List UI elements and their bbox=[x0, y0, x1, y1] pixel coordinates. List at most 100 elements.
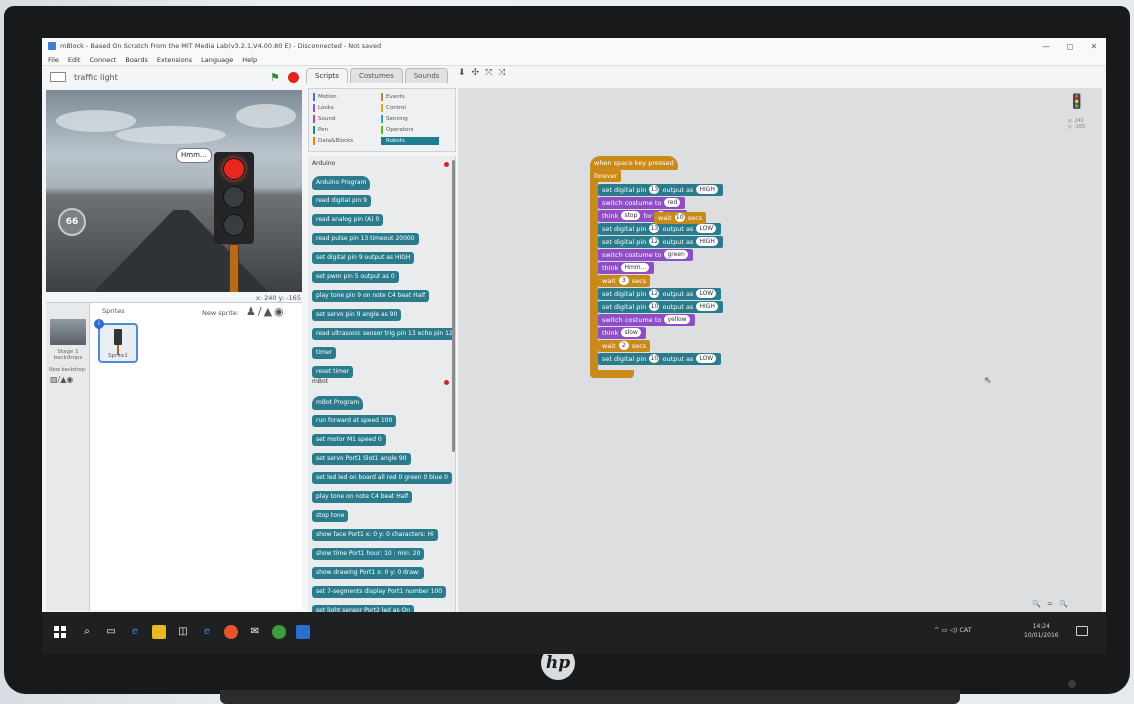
internet-explorer-icon[interactable]: e bbox=[200, 625, 214, 639]
palette-block[interactable]: Arduino Program bbox=[312, 176, 371, 190]
palette-block[interactable]: timer bbox=[312, 347, 337, 359]
number-input[interactable]: 12 bbox=[649, 237, 660, 246]
backdrop-tools-icon[interactable]: ▨/▲◉ bbox=[50, 375, 73, 384]
script-block[interactable]: set digital pin 13 output as LOW bbox=[598, 223, 722, 235]
taskbar-clock[interactable]: 14:24 10/01/2016 bbox=[1024, 622, 1059, 640]
menu-file[interactable]: File bbox=[48, 56, 59, 64]
delete-icon[interactable]: ✣ bbox=[472, 68, 486, 78]
script-block[interactable]: think Hmm... bbox=[598, 262, 655, 274]
dropdown-input[interactable]: green bbox=[664, 250, 688, 259]
number-input[interactable]: 12 bbox=[649, 289, 660, 298]
palette-block[interactable]: read pulse pin 13 timeout 20000 bbox=[312, 233, 419, 245]
palette-block[interactable]: show drawing Port1 x: 0 y: 0 draw: bbox=[312, 567, 424, 579]
menu-edit[interactable]: Edit bbox=[68, 56, 81, 64]
palette-block[interactable]: read ultrasonic sensor trig pin 13 echo … bbox=[312, 328, 455, 340]
palette-block[interactable]: run forward at speed 100 bbox=[312, 415, 397, 427]
zoom-controls[interactable]: 🔍 = 🔍 bbox=[1032, 600, 1070, 608]
palette-block[interactable]: show time Port1 hour: 10 : min: 20 bbox=[312, 548, 425, 560]
palette-block[interactable]: set digital pin 9 output as HIGH bbox=[312, 252, 415, 264]
firefox-icon[interactable] bbox=[224, 625, 238, 639]
notification-center-icon[interactable] bbox=[1076, 626, 1088, 636]
number-input[interactable]: 10 bbox=[649, 354, 660, 363]
number-input[interactable]: 10 bbox=[649, 302, 660, 311]
palette-block[interactable]: set motor M1 speed 0 bbox=[312, 434, 386, 446]
category-control[interactable]: Control bbox=[381, 104, 406, 112]
number-input[interactable]: 3 bbox=[618, 276, 629, 285]
tab-sounds[interactable]: Sounds bbox=[404, 68, 449, 83]
number-input[interactable]: 10 bbox=[674, 213, 685, 222]
stage-size-toggle-icon[interactable] bbox=[50, 72, 66, 82]
dropdown-input[interactable]: red bbox=[664, 198, 681, 207]
task-view-icon[interactable]: ▭ bbox=[104, 625, 118, 639]
script-area[interactable] bbox=[458, 88, 1102, 612]
category-pen[interactable]: Pen bbox=[313, 126, 328, 134]
menu-help[interactable]: Help bbox=[242, 56, 257, 64]
palette-block[interactable]: set servo pin 9 angle as 90 bbox=[312, 309, 402, 321]
script-block[interactable]: think slow bbox=[598, 327, 646, 339]
number-input[interactable]: 2 bbox=[618, 341, 629, 350]
category-looks[interactable]: Looks bbox=[313, 104, 334, 112]
script-block[interactable]: set digital pin 13 output as HIGH bbox=[598, 184, 723, 196]
category-sensing[interactable]: Sensing bbox=[381, 115, 408, 123]
category-data-blocks[interactable]: Data&Blocks bbox=[313, 137, 353, 145]
edge-icon[interactable]: e bbox=[128, 625, 142, 639]
sprite-info-icon[interactable]: i bbox=[94, 319, 104, 329]
palette-block[interactable]: set led led on board all red 0 green 0 b… bbox=[312, 472, 452, 484]
category-events[interactable]: Events bbox=[381, 93, 405, 101]
stage-thumbnail[interactable] bbox=[50, 319, 86, 345]
palette-block[interactable]: set 7-segments display Port1 number 100 bbox=[312, 586, 447, 598]
palette-block[interactable]: play tone on note C4 beat Half bbox=[312, 491, 413, 503]
forever-loop-arm[interactable] bbox=[590, 170, 598, 376]
close-button[interactable]: ✕ bbox=[1082, 42, 1106, 51]
script-block[interactable]: wait 3 secs bbox=[598, 275, 651, 287]
palette-block[interactable]: set light sensor Port2 led as On bbox=[312, 605, 415, 612]
tab-costumes[interactable]: Costumes bbox=[349, 68, 403, 83]
dropdown-input[interactable]: HIGH bbox=[696, 237, 718, 246]
dropdown-input[interactable]: stop bbox=[621, 211, 641, 220]
palette-scrollbar[interactable] bbox=[452, 160, 455, 452]
cursor-tools[interactable]: ⬇✣⤧⤨ bbox=[458, 68, 512, 78]
file-explorer-icon[interactable] bbox=[152, 625, 166, 639]
script-block[interactable]: switch costume to green bbox=[598, 249, 693, 261]
menu-connect[interactable]: Connect bbox=[89, 56, 116, 64]
dropdown-input[interactable]: yellow bbox=[664, 315, 690, 324]
palette-block[interactable]: reset timer bbox=[312, 366, 354, 378]
menu-boards[interactable]: Boards bbox=[125, 56, 148, 64]
dropdown-input[interactable]: LOW bbox=[696, 354, 717, 363]
dropdown-input[interactable]: Hmm... bbox=[621, 263, 650, 272]
duplicate-icon[interactable]: ⬇ bbox=[458, 68, 472, 78]
menu-extensions[interactable]: Extensions bbox=[157, 56, 192, 64]
palette-block[interactable]: play tone pin 9 on note C4 beat Half bbox=[312, 290, 430, 302]
dropdown-input[interactable]: LOW bbox=[696, 289, 717, 298]
mblock-taskbar-icon[interactable] bbox=[296, 625, 310, 639]
new-sprite-tools-icon[interactable]: ♟/▲◉ bbox=[246, 305, 286, 318]
dropdown-input[interactable]: HIGH bbox=[696, 185, 718, 194]
traffic-light-sprite[interactable] bbox=[214, 152, 254, 244]
palette-block[interactable]: stop tone bbox=[312, 510, 349, 522]
script-block[interactable]: set digital pin 12 output as LOW bbox=[598, 288, 722, 300]
menu-language[interactable]: Language bbox=[201, 56, 233, 64]
stage-canvas[interactable]: 66 Hmm... bbox=[46, 90, 302, 292]
category-robots[interactable]: Robots bbox=[381, 137, 439, 145]
category-sound[interactable]: Sound bbox=[313, 115, 335, 123]
overlapping-wait-block[interactable]: wait 10 secs bbox=[654, 212, 707, 224]
palette-block[interactable]: set servo Port1 Slot1 angle 90 bbox=[312, 453, 411, 465]
forever-block[interactable]: forever bbox=[590, 170, 622, 182]
script-block[interactable]: switch costume to yellow bbox=[598, 314, 695, 326]
when-key-pressed-block[interactable]: when space key pressed bbox=[590, 156, 678, 170]
script-block[interactable]: wait 2 secs bbox=[598, 340, 651, 352]
category-operators[interactable]: Operators bbox=[381, 126, 413, 134]
tab-scripts[interactable]: Scripts bbox=[306, 68, 348, 83]
palette-block[interactable]: set pwm pin 5 output as 0 bbox=[312, 271, 399, 283]
dropdown-input[interactable]: slow bbox=[621, 328, 641, 337]
script-block[interactable]: set digital pin 10 output as HIGH bbox=[598, 301, 723, 313]
dropdown-input[interactable]: HIGH bbox=[696, 302, 718, 311]
grow-icon[interactable]: ⤧ bbox=[485, 68, 498, 78]
shrink-icon[interactable]: ⤨ bbox=[498, 68, 511, 78]
palette-block[interactable]: show face Port1 x: 0 y: 0 characters: Hi bbox=[312, 529, 438, 541]
palette-block[interactable]: mBot Program bbox=[312, 396, 364, 410]
restore-button[interactable]: ◻ bbox=[1058, 42, 1082, 51]
search-icon[interactable]: ⌕ bbox=[80, 625, 94, 639]
app-icon-green[interactable] bbox=[272, 625, 286, 639]
mail-icon[interactable]: ✉ bbox=[248, 625, 262, 639]
